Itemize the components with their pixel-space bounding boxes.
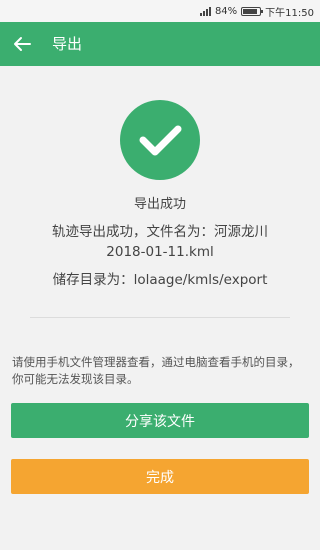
export-message-prefix: 轨迹导出成功，文件名为：河源龙川: [52, 224, 268, 240]
status-bar: 84% 下午11:50: [0, 0, 320, 22]
check-circle-icon: [120, 100, 200, 180]
divider: [30, 317, 290, 318]
share-file-button[interactable]: 分享该文件: [11, 403, 309, 438]
signal-icon: [199, 6, 211, 16]
success-title: 导出成功: [133, 197, 186, 212]
back-button[interactable]: [6, 28, 38, 60]
arrow-left-icon: [14, 37, 31, 51]
storage-directory: 储存目录为：lolaage/kmls/export: [52, 272, 268, 288]
hint-text: 请使用手机文件管理器查看，通过电脑查看手机的目录，你可能无法发现该目录。: [12, 355, 300, 386]
page-title: 导出: [52, 35, 83, 53]
app-bar: 导出: [0, 22, 320, 66]
battery-percent: 84%: [214, 5, 238, 17]
battery-icon: [241, 6, 264, 16]
clock: 下午11:50: [265, 7, 314, 19]
export-message: 轨迹导出成功，文件名为：河源龙川 2018-01-11.kml: [20, 222, 300, 262]
done-button[interactable]: 完成: [11, 459, 309, 494]
file-name: 2018-01-11.kml: [106, 244, 214, 260]
status-indicators: 84% 下午11:50: [199, 0, 314, 22]
battery-level: [243, 8, 257, 14]
export-result-panel: 导出成功 轨迹导出成功，文件名为：河源龙川 2018-01-11.kml 储存目…: [0, 66, 320, 550]
